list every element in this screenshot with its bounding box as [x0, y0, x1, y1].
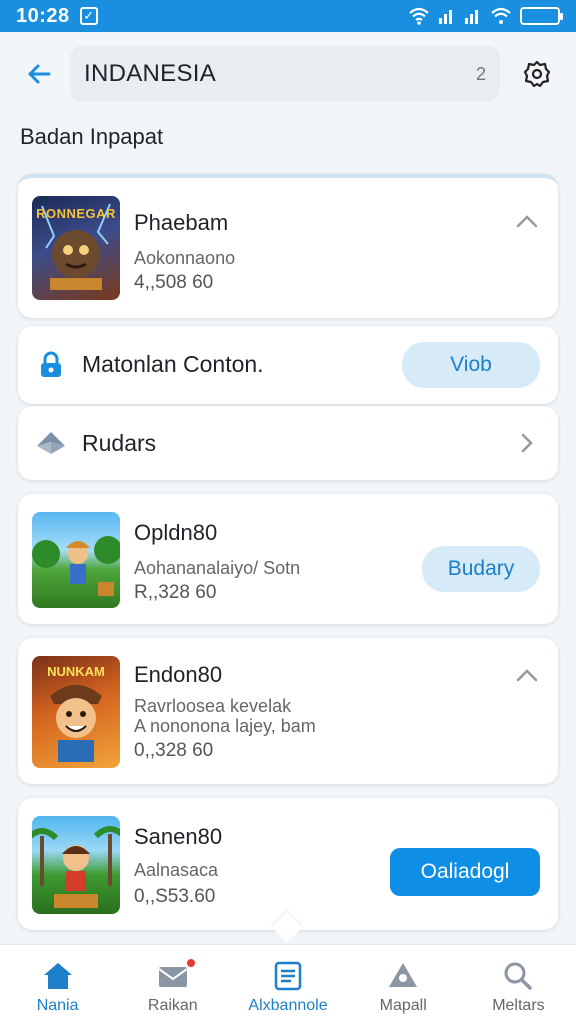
nav-item-map[interactable]: Mapall — [346, 945, 461, 1024]
status-time: 10:28 — [16, 4, 70, 27]
settings-button[interactable] — [514, 51, 560, 97]
app-card-sanen80[interactable]: Sanen80 Aalnasaca 0,,S53.60 Oaliadogl — [18, 798, 558, 930]
app-card-endon80[interactable]: NUNKAM Endon80 Ravrloosea kevelak A nono… — [18, 638, 558, 784]
app-thumbnail — [32, 512, 120, 608]
nav-label: Mapall — [379, 997, 427, 1014]
nav-item-list[interactable]: Alxbannole — [230, 945, 345, 1024]
nav-item-home[interactable]: Nania — [0, 945, 115, 1024]
search-input[interactable]: INDANESIA 2 — [70, 46, 500, 102]
content-row[interactable]: Matonlan Conton. Viob — [18, 326, 558, 404]
app-name: Opldn80 — [134, 520, 218, 545]
app-subtitle-2: A nononona lajey, bam — [134, 716, 316, 736]
app-name: Phaebam — [134, 210, 229, 235]
map-icon — [389, 963, 418, 987]
nav-label: Raikan — [147, 997, 198, 1014]
bottom-nav: Nania Raikan Alxbannole Mapall Meltars — [0, 944, 576, 1024]
notification-badge — [185, 957, 198, 969]
thumbnail-caption: RONNEGAR — [36, 206, 116, 221]
nav-item-search[interactable]: Meltars — [461, 945, 576, 1024]
app-card-opldn80[interactable]: Opldn80 Aohananalaiyo/ Sotn R,,328 60 Bu… — [18, 494, 558, 624]
search-counter: 2 — [475, 63, 486, 84]
app-subtitle: Aohananalaiyo/ Sotn — [134, 558, 301, 578]
back-arrow-icon — [28, 64, 51, 84]
app-name: Endon80 — [134, 662, 223, 687]
chevron-up-icon — [516, 669, 538, 682]
app-name: Sanen80 — [134, 824, 223, 849]
row-chevron[interactable] — [512, 428, 542, 458]
status-icons — [408, 7, 563, 25]
app-subtitle: Ravrloosea kevelak — [134, 696, 292, 716]
app-price: R,,328 60 — [134, 582, 217, 603]
wifi-icon-2 — [491, 7, 511, 24]
app-price: 0,,S53.60 — [134, 886, 216, 907]
chevron-up-icon — [516, 215, 538, 228]
app-price: 4,,508 60 — [134, 272, 214, 293]
top-bar: INDANESIA 2 — [0, 32, 576, 116]
signal-icon — [439, 10, 452, 24]
collapse-button[interactable] — [512, 206, 542, 236]
list-icon — [274, 961, 302, 991]
gear-icon — [523, 60, 551, 88]
app-thumbnail: NUNKAM — [32, 656, 120, 768]
section-title: Badan Inpapat — [20, 124, 164, 149]
app-thumbnail: RONNEGAR — [32, 196, 120, 300]
chevron-right-icon — [521, 433, 533, 453]
view-button[interactable]: Viob — [402, 342, 540, 388]
collapse-button[interactable] — [512, 660, 542, 690]
nav-label: Nania — [36, 997, 79, 1014]
thumbnail-caption: NUNKAM — [47, 664, 105, 679]
app-thumbnail — [32, 816, 120, 914]
row-label: Rudars — [82, 430, 157, 456]
status-bar: 10:28 ✓ — [0, 0, 576, 32]
nav-label: Meltars — [492, 997, 545, 1014]
mail-icon — [158, 967, 188, 987]
app-card-phaebam[interactable]: RONNEGAR Phaebam Aokonnaono 4,,508 60 — [18, 174, 558, 318]
app-price: 0,,328 60 — [134, 740, 214, 761]
signal-icon-2 — [465, 10, 478, 24]
search-value: INDANESIA — [84, 60, 217, 87]
nav-arrow-icon — [34, 426, 68, 460]
search-icon — [504, 962, 533, 990]
rudars-row[interactable]: Rudars — [18, 406, 558, 480]
wifi-icon — [409, 7, 429, 25]
app-subtitle: Aokonnaono — [134, 248, 236, 268]
row-label: Matonlan Conton. — [82, 351, 264, 377]
back-button[interactable] — [16, 51, 62, 97]
action-button[interactable]: Budary — [422, 546, 540, 592]
home-icon — [43, 963, 72, 989]
lock-icon — [34, 348, 68, 382]
nav-label: Alxbannole — [248, 997, 328, 1014]
app-subtitle: Aalnasaca — [134, 860, 219, 880]
primary-action-button[interactable]: Oaliadogl — [390, 848, 540, 896]
nav-item-mail[interactable]: Raikan — [115, 945, 230, 1024]
battery-icon — [520, 7, 563, 25]
notification-check-icon: ✓ — [79, 7, 98, 25]
